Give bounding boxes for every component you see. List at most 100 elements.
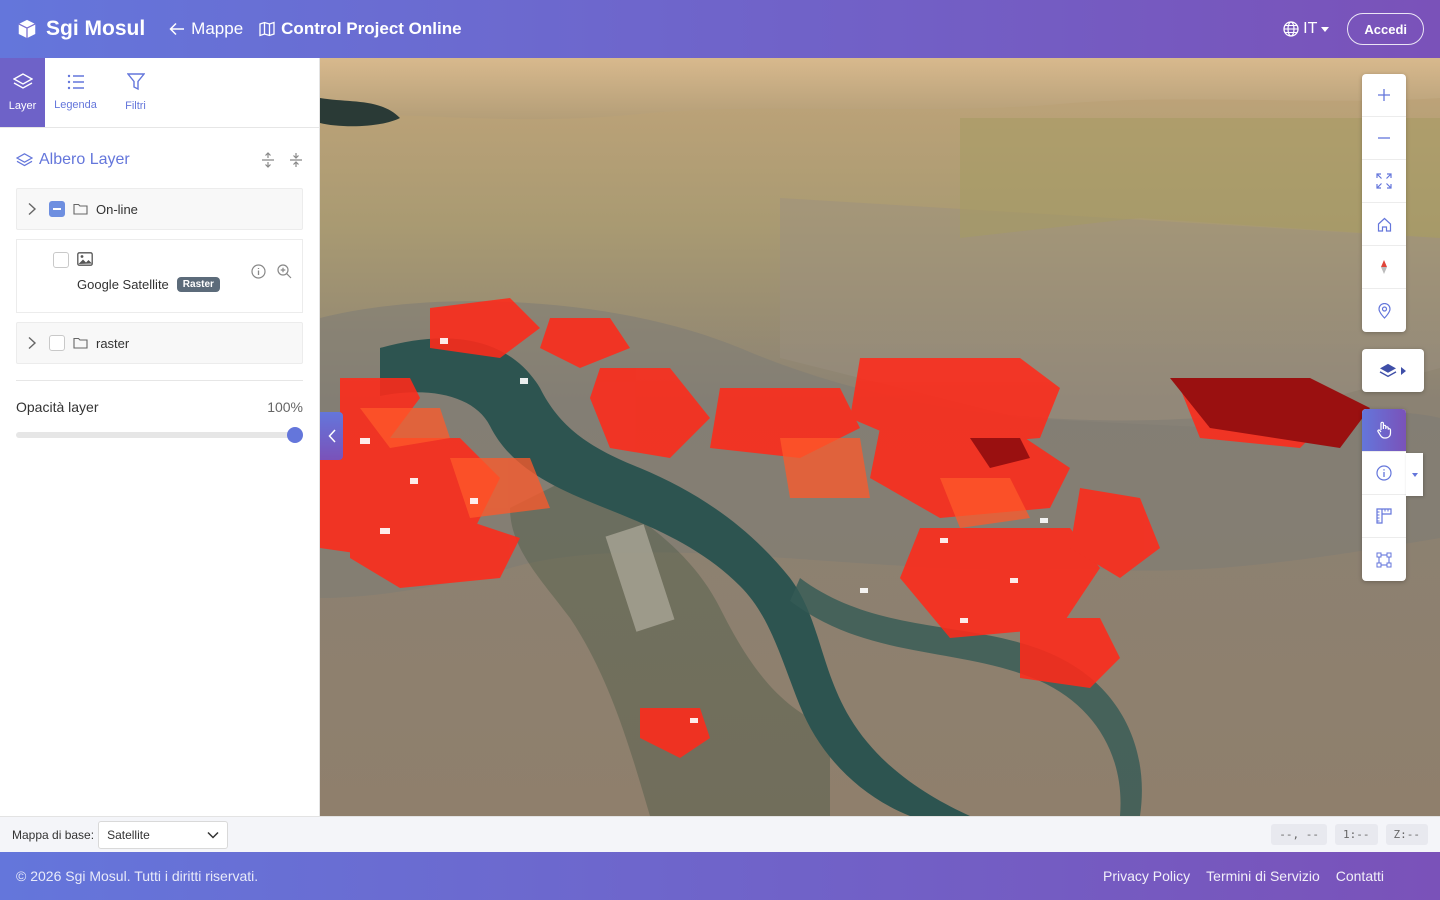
tab-legenda-label: Legenda (54, 99, 97, 111)
tab-legenda[interactable]: Legenda (53, 58, 98, 127)
layer-info-button[interactable] (251, 264, 266, 279)
tree-node-raster[interactable]: raster (16, 322, 303, 364)
info-icon (251, 264, 266, 279)
caret-right-icon (1401, 366, 1406, 375)
slider-track (16, 432, 295, 438)
tree-node-online[interactable]: On-line (16, 188, 303, 230)
identify-tool-dropdown[interactable] (1406, 453, 1423, 496)
tab-filtri[interactable]: Filtri (113, 58, 158, 127)
tab-layer[interactable]: Layer (0, 58, 45, 127)
scale-readout: 1:-- (1335, 824, 1378, 845)
terms-link[interactable]: Termini di Servizio (1206, 868, 1320, 884)
geolocate-button[interactable] (1362, 289, 1406, 332)
globe-icon (1283, 21, 1299, 37)
expand-vertical-icon (262, 152, 274, 168)
opacity-control: Opacità layer 100% (16, 380, 303, 443)
project-title: Control Project Online (281, 19, 462, 38)
basemap-value: Satellite (107, 827, 150, 842)
folder-icon (73, 203, 88, 215)
map-icon (259, 21, 275, 37)
chevron-right-icon[interactable] (27, 202, 37, 216)
brand[interactable]: Sgi Mosul (16, 17, 145, 41)
bounding-box-icon (1376, 552, 1392, 567)
tab-layer-label: Layer (8, 100, 37, 112)
layers-icon (12, 73, 33, 89)
privacy-policy-link[interactable]: Privacy Policy (1103, 868, 1190, 884)
layer-switcher-button[interactable] (1362, 349, 1424, 392)
folder-icon (73, 337, 88, 349)
footer: © 2026 Sgi Mosul. Tutti i diritti riserv… (0, 852, 1440, 900)
zoom-out-button[interactable] (1362, 117, 1406, 160)
sidebar: Layer Legenda Filtri Albero Layer On-lin… (0, 58, 320, 816)
compass-button[interactable] (1362, 246, 1406, 289)
project-title-link[interactable]: Control Project Online (259, 19, 462, 39)
tree-node-label: raster (96, 335, 130, 351)
minus-icon (1378, 137, 1390, 139)
tree-node-label: On-line (96, 201, 138, 217)
expand-all-button[interactable] (261, 152, 275, 168)
maps-back-label: Mappe (191, 19, 244, 38)
chevron-right-icon[interactable] (27, 336, 37, 350)
home-icon (1377, 217, 1391, 232)
layer-name: Google Satellite (77, 277, 169, 292)
basemap-label: Mappa di base: (12, 827, 95, 842)
identify-tool-button[interactable] (1362, 452, 1406, 495)
contacts-link[interactable]: Contatti (1336, 868, 1384, 884)
arrow-left-icon (169, 22, 185, 36)
collapse-all-button[interactable] (289, 152, 303, 168)
basemap-select[interactable]: Satellite (98, 820, 229, 849)
copyright-text: © 2026 Sgi Mosul. Tutti i diritti riserv… (16, 868, 259, 884)
layers-icon (1379, 363, 1397, 377)
home-button[interactable] (1362, 203, 1406, 246)
slider-thumb[interactable] (287, 427, 303, 443)
cube-icon (18, 19, 36, 39)
status-bar: Mappa di base: Satellite --, -- 1:-- Z:-… (0, 816, 1440, 852)
opacity-slider[interactable] (16, 427, 303, 443)
image-icon (77, 252, 93, 271)
zoom-in-button[interactable] (1362, 74, 1406, 117)
opacity-label: Opacità layer (16, 399, 99, 415)
fullscreen-icon (1376, 173, 1392, 189)
brand-name: Sgi Mosul (46, 17, 146, 40)
maps-back-link[interactable]: Mappe (169, 19, 243, 39)
location-pin-icon (1377, 302, 1391, 319)
hand-pointer-icon (1377, 421, 1392, 439)
layer-item-google-satellite: Google Satellite Raster (16, 239, 303, 313)
list-icon (67, 74, 84, 90)
checkbox-raster[interactable] (49, 335, 65, 351)
chevron-down-icon (207, 831, 219, 839)
coordinates-readout: --, -- (1271, 824, 1327, 845)
layer-type-badge: Raster (176, 277, 220, 292)
checkbox-google-satellite[interactable] (53, 252, 69, 268)
filter-icon (126, 73, 145, 91)
fullscreen-button[interactable] (1362, 160, 1406, 203)
checkbox-online[interactable] (49, 201, 65, 217)
measure-tool-button[interactable] (1362, 495, 1406, 538)
top-navbar: Sgi Mosul Mappe Control Project Online I… (0, 0, 1440, 58)
map-canvas[interactable] (320, 58, 1440, 816)
zoom-readout: Z:-- (1385, 824, 1428, 845)
login-button[interactable]: Accedi (1347, 13, 1424, 45)
collapse-vertical-icon (290, 153, 302, 167)
tab-filtri-label: Filtri (125, 100, 146, 112)
language-code: IT (1303, 20, 1318, 37)
layer-tree-title: Albero Layer (39, 151, 130, 168)
satellite-imagery (320, 58, 1440, 816)
opacity-value: 100% (267, 399, 303, 415)
info-icon (1376, 465, 1392, 481)
layer-tree-header: Albero Layer (0, 150, 319, 170)
compass-icon (1381, 260, 1387, 274)
plus-icon (1378, 89, 1390, 101)
layers-icon (16, 152, 33, 166)
select-area-tool-button[interactable] (1362, 538, 1406, 581)
sidebar-collapse-button[interactable] (320, 412, 343, 460)
map-tool-controls (1362, 409, 1406, 581)
chevron-left-icon (327, 429, 336, 443)
layer-zoom-button[interactable] (277, 264, 292, 279)
language-selector[interactable]: IT (1283, 20, 1330, 38)
zoom-in-icon (277, 264, 292, 279)
map-navigation-controls (1362, 74, 1406, 332)
sidebar-tabs: Layer Legenda Filtri (0, 58, 319, 128)
pan-tool-button[interactable] (1362, 409, 1406, 452)
caret-down-icon (1321, 26, 1330, 32)
